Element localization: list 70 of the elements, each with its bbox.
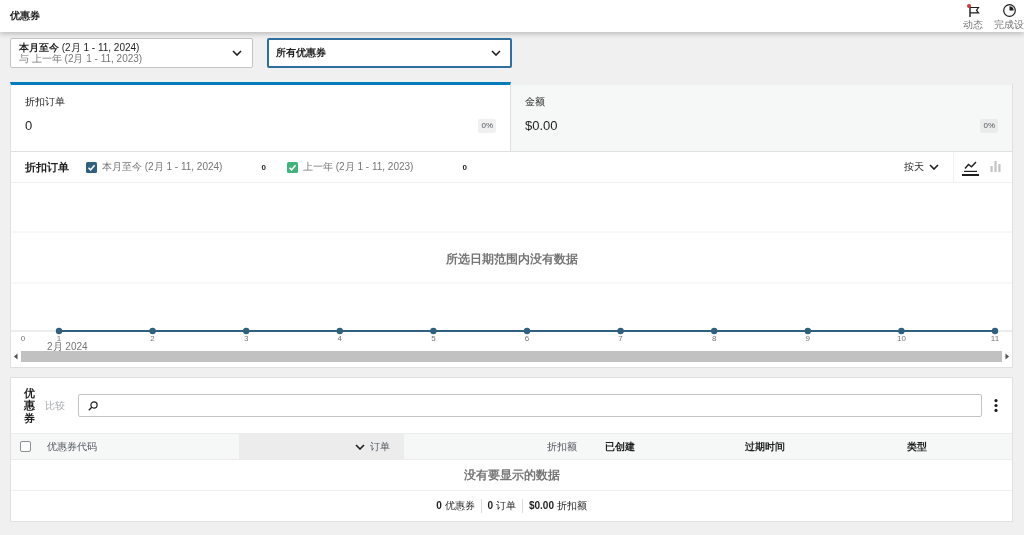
legend-label: 本月至今 (2月 1 - 11, 2024) <box>102 160 224 174</box>
column-header: 类型 <box>906 439 928 454</box>
x-axis-label: 5 <box>431 334 436 343</box>
progress-circle-icon <box>1002 4 1016 17</box>
data-point <box>711 327 718 335</box>
setup-button[interactable]: 完成设 <box>994 0 1024 32</box>
table-total: 0 订单 <box>480 499 522 513</box>
data-point <box>336 327 343 335</box>
change-percent: 0% <box>980 119 998 133</box>
data-point <box>991 327 999 335</box>
search-field[interactable] <box>78 394 982 417</box>
data-point <box>523 327 531 335</box>
table-total: $0.00 折扣额 <box>521 499 593 513</box>
x-axis-label: 10 <box>896 334 906 343</box>
line-chart-icon <box>964 160 977 172</box>
legend-checkbox[interactable] <box>86 161 97 173</box>
chevron-down-icon <box>491 50 501 56</box>
activity-button[interactable]: 动态 <box>956 0 990 32</box>
column-header: 已创建 <box>604 439 636 454</box>
chart-title: 折扣订单 <box>25 159 69 175</box>
empty-table-message: 没有要显示的数据 <box>463 466 560 484</box>
chevron-down-icon <box>929 164 939 170</box>
metric-label: 金额 <box>525 96 546 108</box>
column-header[interactable]: 订单 <box>239 434 404 459</box>
metric-value: 0 <box>25 118 33 134</box>
x-axis-label: 2 <box>150 334 155 343</box>
summary-tab[interactable]: 金额 $0.00 0% <box>511 82 1013 152</box>
more-options-icon[interactable] <box>994 399 998 412</box>
change-percent: 0% <box>478 119 496 133</box>
search-icon <box>88 400 98 411</box>
interval-dropdown[interactable]: 按天 <box>904 160 953 174</box>
data-point <box>243 327 250 335</box>
x-axis-label: 9 <box>805 334 811 343</box>
x-axis-label: 8 <box>711 334 717 343</box>
legend-checkbox[interactable] <box>287 161 298 173</box>
date-range-dropdown[interactable]: 本月至今 (2月 1 - 11, 2024) 与 上一年 (2月 1 - 11, 2023) <box>10 38 253 68</box>
x-axis-label: 1 <box>56 334 62 343</box>
x-axis-month-label: 2月 2024 <box>47 340 88 351</box>
column-header[interactable]: 优惠券代码 <box>39 434 239 459</box>
metric-value: $0.00 <box>525 118 558 134</box>
x-axis-label: 7 <box>618 334 623 343</box>
x-axis-label: 6 <box>524 334 530 343</box>
metric-label: 折扣订单 <box>25 96 66 108</box>
legend-label: 上一年 (2月 1 - 11, 2023) <box>303 160 415 174</box>
table-total: 0 优惠券 <box>435 499 476 513</box>
empty-chart-message: 所选日期范围内没有数据 <box>445 252 578 266</box>
data-point <box>898 327 905 335</box>
summary-tab[interactable]: 折扣订单 0 0% <box>10 82 511 152</box>
data-point <box>55 327 63 335</box>
x-axis-label: 11 <box>990 334 1000 343</box>
select-all-checkbox[interactable] <box>20 441 31 452</box>
bar-chart-icon <box>990 160 1001 172</box>
x-axis-label: 4 <box>337 334 343 343</box>
chevron-down-icon <box>232 50 242 56</box>
x-axis-label: 3 <box>243 334 249 343</box>
column-header: 过期时间 <box>744 439 786 454</box>
data-point <box>804 327 811 335</box>
compare-label: 比较 <box>45 398 65 413</box>
page-title: 优惠券 <box>10 9 40 23</box>
data-point <box>617 327 624 335</box>
coupon-filter-dropdown[interactable]: 所有优惠券 <box>267 38 512 68</box>
legend-value: 0 <box>261 162 266 172</box>
y-axis-label: 0 <box>20 334 26 343</box>
table-title: 优惠券 <box>24 387 35 424</box>
legend-value: 0 <box>462 162 467 172</box>
scrollbar-thumb[interactable] <box>21 351 1002 362</box>
column-header[interactable]: 折扣额 <box>404 434 591 459</box>
chevron-down-icon <box>355 443 365 450</box>
data-point <box>149 327 156 335</box>
data-point <box>430 327 437 335</box>
